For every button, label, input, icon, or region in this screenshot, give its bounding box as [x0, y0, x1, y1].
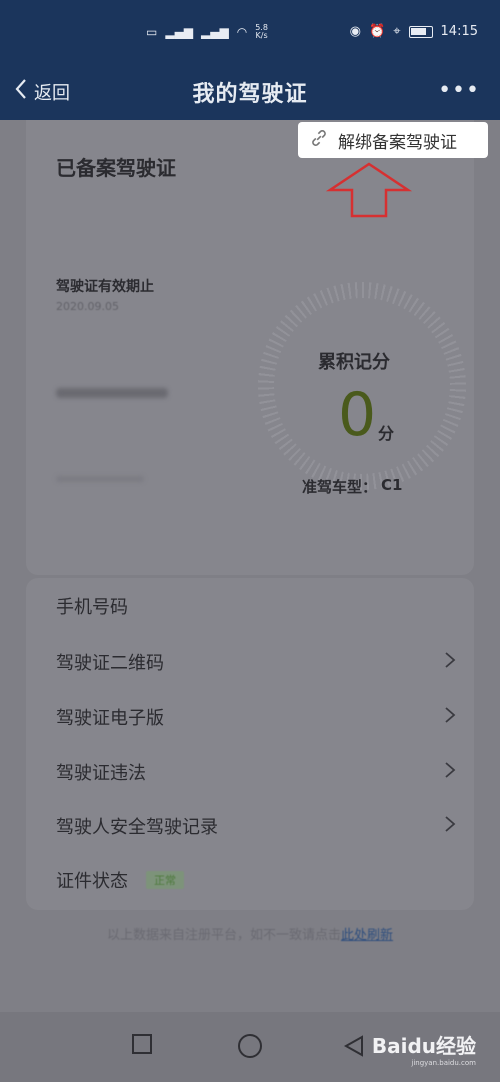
signal-icon: ▂▄▆	[165, 25, 194, 39]
list-item-electronic-license[interactable]: 驾驶证电子版	[56, 699, 456, 735]
battery-icon	[408, 25, 433, 38]
unbind-license-button[interactable]: 解绑备案驾驶证	[298, 122, 488, 158]
blurred-text	[56, 476, 144, 482]
blurred-text	[56, 388, 168, 398]
points-unit: 分	[378, 424, 395, 443]
chevron-right-icon	[444, 651, 456, 674]
chevron-right-icon	[444, 815, 456, 838]
list-item-license-status: 证件状态 正常	[56, 862, 456, 898]
hd-icon: ▭	[146, 25, 158, 39]
list-item-violations[interactable]: 驾驶证违法	[56, 754, 456, 790]
license-class-value: C1	[381, 476, 403, 494]
speed-unit: K/s	[255, 31, 268, 40]
refresh-link[interactable]: 此处刷新	[341, 928, 393, 943]
expiry-label: 驾驶证有效期止	[56, 279, 154, 295]
eye-icon: ◉	[349, 24, 362, 39]
list-item-qrcode[interactable]: 驾驶证二维码	[56, 644, 456, 680]
status-icons-right: ◉ ⏰ ⌖ 14:15	[350, 24, 478, 39]
signal-icon-2: ▂▄▆	[201, 25, 229, 39]
status-badge: 正常	[146, 871, 184, 889]
list-item-label: 驾驶证二维码	[56, 653, 164, 674]
chevron-right-icon	[444, 761, 456, 784]
license-class: 准驾车型： C1	[302, 476, 402, 497]
more-menu-button[interactable]: •••	[438, 80, 480, 102]
alarm-icon: ⏰	[369, 24, 386, 39]
page-title: 我的驾驶证	[192, 82, 308, 107]
points-value: 0	[338, 380, 377, 450]
status-bar: ▭ ▂▄▆ ▂▄▆ ◠ 5.8 K/s ◉ ⏰ ⌖ 14:15	[0, 0, 500, 66]
system-nav-bar: Baidu经验 jingyan.baidu.com	[0, 1012, 500, 1082]
chevron-right-icon	[444, 706, 456, 729]
data-source-note: 以上数据来自注册平台，如不一致请点击此处刷新	[0, 924, 500, 943]
expiry-value: 2020.09.05	[56, 300, 119, 313]
wifi-icon: ◠	[236, 25, 248, 39]
home-button[interactable]	[238, 1034, 262, 1058]
unbind-label: 解绑备案驾驶证	[338, 132, 457, 153]
app-header: 返回 我的驾驶证 •••	[0, 66, 500, 120]
clock-time: 14:15	[440, 24, 478, 39]
license-class-label: 准驾车型：	[302, 478, 378, 496]
list-item-label: 驾驶证电子版	[56, 708, 164, 729]
baidu-watermark: Baidu经验 jingyan.baidu.com	[372, 1030, 476, 1067]
card-title: 已备案驾驶证	[56, 156, 176, 180]
status-icons-left: ▭ ▂▄▆ ▂▄▆ ◠ 5.8 K/s	[146, 24, 268, 40]
list-item-safe-driving-record[interactable]: 驾驶人安全驾驶记录	[56, 808, 456, 844]
network-speed: 5.8 K/s	[255, 24, 268, 40]
footer-text: 以上数据来自注册平台，如不一致请点击	[106, 928, 341, 943]
annotation-arrow-icon	[324, 160, 414, 220]
link-icon	[308, 127, 330, 154]
list-item-phone[interactable]: 手机号码	[56, 588, 456, 624]
list-item-label: 证件状态	[56, 871, 128, 892]
list-item-label: 驾驶证违法	[56, 763, 146, 784]
watermark-brand: Baidu经验	[371, 1034, 476, 1058]
points-label: 累积记分	[318, 352, 390, 373]
list-item-label: 手机号码	[56, 597, 128, 618]
location-icon: ⌖	[393, 24, 401, 39]
license-menu-list: 手机号码 驾驶证二维码 驾驶证电子版 驾驶证违法 驾驶人安全驾驶记录 证件状态 …	[26, 578, 474, 910]
recent-apps-button[interactable]	[132, 1034, 152, 1054]
nav-back-button[interactable]	[342, 1034, 366, 1062]
list-item-label: 驾驶人安全驾驶记录	[56, 817, 218, 838]
watermark-url: jingyan.baidu.com	[411, 1059, 476, 1067]
